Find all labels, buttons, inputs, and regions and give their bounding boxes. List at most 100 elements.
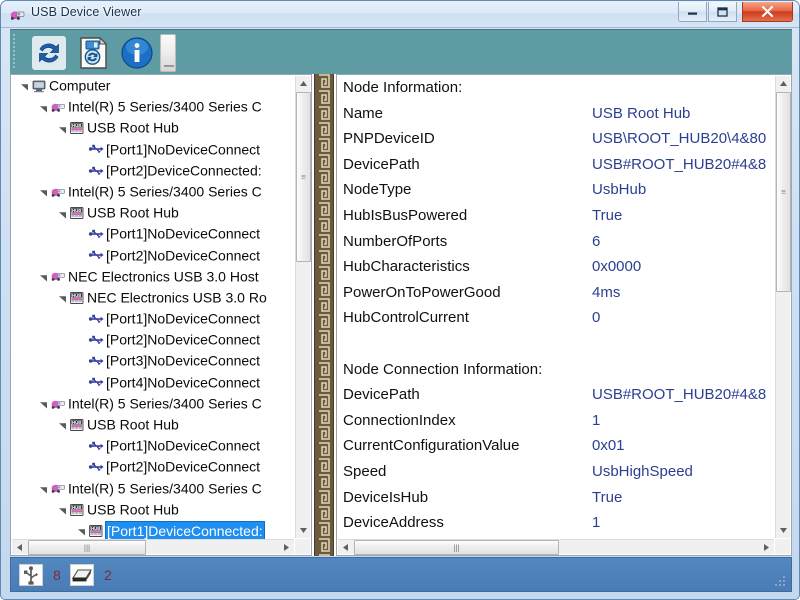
- details-section-heading: Node Information:: [337, 75, 777, 101]
- splitter-pattern-tile: [316, 170, 332, 186]
- splitter-pattern-tile: [316, 202, 332, 218]
- node-details-panel[interactable]: Node Information: Name USB Root Hub PNPDevi…: [336, 74, 792, 556]
- splitter-pattern-tile: [316, 330, 332, 346]
- tree-node[interactable]: HUB NEC Electronics USB 3.0 Ro: [11, 287, 297, 308]
- resize-grip[interactable]: [775, 576, 788, 589]
- toolbar-grip[interactable]: [12, 34, 17, 72]
- details-scroll-down-button[interactable]: [776, 523, 791, 538]
- details-key: HubCharacteristics: [343, 258, 470, 276]
- details-horizontal-scroll-thumb[interactable]: |||: [354, 540, 559, 555]
- tree-node[interactable]: Intel(R) 5 Series/3400 Series C: [11, 393, 297, 414]
- toolbar-overflow-button[interactable]: [160, 34, 176, 72]
- tree-scroll-up-button[interactable]: [296, 76, 311, 91]
- chevron-expand-icon[interactable]: [36, 394, 50, 415]
- tree-node[interactable]: [Port1]NoDeviceConnect: [11, 139, 297, 160]
- tree-node[interactable]: [Port1]NoDeviceConnect: [11, 308, 297, 329]
- save-to-file-button[interactable]: [75, 35, 111, 71]
- splitter-pattern-tile: [316, 218, 332, 234]
- node-details-list: Node Information: Name USB Root Hub PNPDevi…: [337, 75, 777, 540]
- chevron-expand-icon[interactable]: [55, 415, 69, 436]
- tree-node[interactable]: [Port1]NoDeviceConnect: [11, 223, 297, 244]
- tree-vertical-scroll-thumb[interactable]: ≡: [296, 92, 311, 262]
- tree-node[interactable]: [Port2]NoDeviceConnect: [11, 245, 297, 266]
- chevron-expand-icon[interactable]: [55, 499, 69, 520]
- details-scroll-right-button[interactable]: [759, 540, 774, 555]
- details-scroll-up-button[interactable]: [776, 76, 791, 91]
- panel-splitter[interactable]: [314, 74, 334, 556]
- tree-node[interactable]: Intel(R) 5 Series/3400 Series C: [11, 96, 297, 117]
- device-tree-panel[interactable]: Computer Intel(R) 5 Series/3400 Series C H…: [10, 74, 312, 556]
- details-row: HubCharacteristics 0x0000: [337, 254, 777, 280]
- tree-scroll-left-button[interactable]: [12, 540, 27, 555]
- tree-node[interactable]: HUB USB Root Hub: [11, 202, 297, 223]
- tree-node-label: [Port3]NoDeviceConnect: [106, 353, 261, 370]
- details-key: Name: [343, 104, 384, 122]
- details-key: DevicePath: [343, 155, 420, 173]
- tree-node[interactable]: [Port2]DeviceConnected:: [11, 160, 297, 181]
- tree-node-label: USB Root Hub: [87, 416, 179, 433]
- usb-port-icon: [88, 311, 106, 326]
- tree-node[interactable]: [Port3]NoDeviceConnect: [11, 350, 297, 371]
- hub-device-count: 2: [104, 567, 112, 583]
- chevron-expand-icon[interactable]: [17, 76, 31, 97]
- tree-node[interactable]: [Port4]NoDeviceConnect: [11, 372, 297, 393]
- title-bar[interactable]: USB Device Viewer: [1, 1, 799, 28]
- details-key: Speed: [343, 462, 387, 480]
- details-key: CurrentConfigurationValue: [343, 437, 520, 455]
- maximize-button[interactable]: [708, 2, 737, 22]
- tree-node[interactable]: Computer: [11, 75, 297, 96]
- refresh-button[interactable]: [31, 35, 67, 71]
- tree-vertical-scrollbar[interactable]: ≡: [295, 76, 311, 538]
- details-row: ConnectionIndex 1: [337, 408, 777, 434]
- details-row: DeviceAddress 1: [337, 510, 777, 536]
- chevron-expand-icon[interactable]: [55, 288, 69, 309]
- details-value: USB#ROOT_HUB20#4&8: [592, 155, 767, 173]
- details-value: UsbHub: [592, 181, 647, 199]
- chevron-expand-icon[interactable]: [36, 182, 50, 203]
- tree-scroll-down-button[interactable]: [296, 523, 311, 538]
- tree-node[interactable]: [Port2]NoDeviceConnect: [11, 329, 297, 350]
- tree-node[interactable]: HUB [Port1]DeviceConnected:: [11, 520, 297, 540]
- chevron-expand-icon[interactable]: [36, 97, 50, 118]
- maximize-icon: [709, 2, 736, 21]
- chevron-expand-icon[interactable]: [74, 521, 88, 540]
- tree-horizontal-scrollbar[interactable]: |||: [12, 539, 294, 555]
- details-key: HubControlCurrent: [343, 309, 469, 327]
- details-vertical-scroll-thumb[interactable]: ≡: [776, 92, 791, 292]
- splitter-pattern-tile: [316, 394, 332, 410]
- chevron-expand-icon[interactable]: [36, 478, 50, 499]
- chevron-expand-icon[interactable]: [36, 266, 50, 287]
- device-tree[interactable]: Computer Intel(R) 5 Series/3400 Series C H…: [11, 75, 297, 540]
- details-scrollbar-corner: [775, 539, 790, 554]
- tree-node-label: Intel(R) 5 Series/3400 Series C: [68, 98, 262, 115]
- details-section-spacer: [337, 331, 777, 357]
- svg-text:HUB: HUB: [91, 526, 100, 531]
- chevron-expand-icon[interactable]: [55, 118, 69, 139]
- tree-horizontal-scroll-thumb[interactable]: |||: [28, 540, 146, 555]
- tree-node[interactable]: HUB USB Root Hub: [11, 499, 297, 520]
- tree-node[interactable]: Intel(R) 5 Series/3400 Series C: [11, 181, 297, 202]
- hub-icon: HUB: [69, 417, 87, 432]
- usb-port-icon: [88, 226, 106, 241]
- minimize-button[interactable]: [678, 2, 707, 22]
- details-value: USB#ROOT_HUB20#4&8: [592, 386, 767, 404]
- details-horizontal-scrollbar[interactable]: |||: [338, 539, 774, 555]
- tree-node[interactable]: HUB USB Root Hub: [11, 414, 297, 435]
- splitter-pattern-tile: [316, 362, 332, 378]
- chevron-expand-icon[interactable]: [55, 203, 69, 224]
- svg-text:HUB: HUB: [72, 208, 81, 213]
- info-button[interactable]: [119, 35, 155, 71]
- details-value: 0x0000: [592, 258, 642, 276]
- splitter-pattern-tile: [316, 266, 332, 282]
- tree-node[interactable]: [Port1]NoDeviceConnect: [11, 435, 297, 456]
- details-scroll-left-button[interactable]: [338, 540, 353, 555]
- close-button[interactable]: [742, 2, 793, 22]
- details-vertical-scrollbar[interactable]: ≡: [775, 76, 791, 538]
- tree-node[interactable]: [Port2]NoDeviceConnect: [11, 456, 297, 477]
- tree-node-label: [Port2]DeviceConnected:: [106, 162, 262, 179]
- details-value: 1: [592, 411, 601, 429]
- tree-node[interactable]: NEC Electronics USB 3.0 Host: [11, 266, 297, 287]
- tree-node[interactable]: HUB USB Root Hub: [11, 117, 297, 138]
- tree-scroll-right-button[interactable]: [279, 540, 294, 555]
- tree-node[interactable]: Intel(R) 5 Series/3400 Series C: [11, 478, 297, 499]
